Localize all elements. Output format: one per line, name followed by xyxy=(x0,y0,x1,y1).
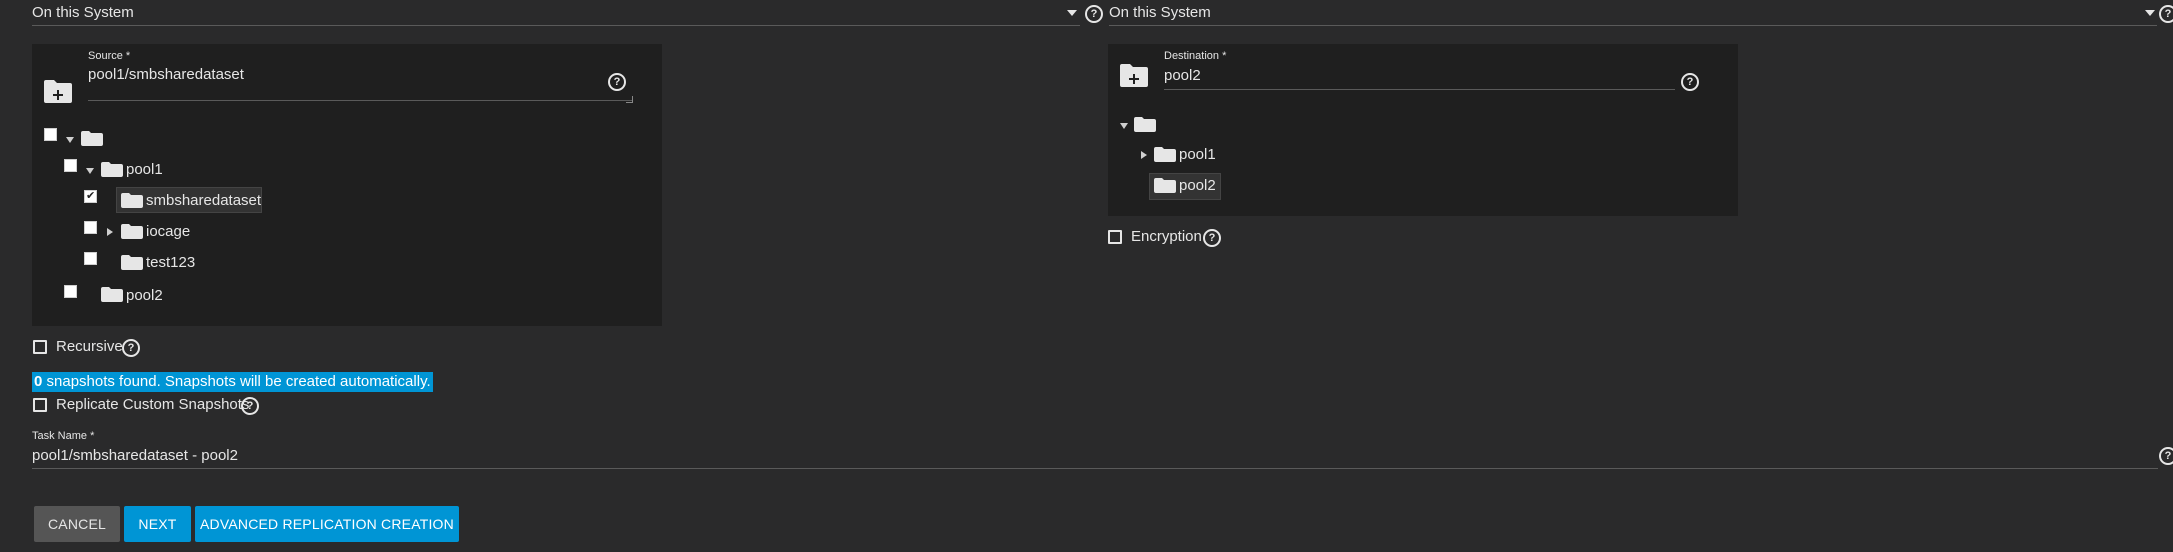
help-glyph: ? xyxy=(613,76,621,88)
tree-checkbox-pool1[interactable] xyxy=(64,159,77,172)
tree-checkbox-smbsharedataset[interactable] xyxy=(84,189,97,203)
expand-root-icon[interactable] xyxy=(66,137,74,143)
folder-icon xyxy=(101,287,123,302)
destination-explorer-panel: Destination * pool2 ? pool1 pool2 xyxy=(1108,44,1738,216)
tree-node-iocage[interactable]: iocage xyxy=(146,223,190,240)
snapshots-info-text: snapshots found. Snapshots will be creat… xyxy=(42,373,431,390)
destination-input-underline xyxy=(1164,89,1675,90)
cancel-button[interactable]: CANCEL xyxy=(34,506,120,542)
help-glyph: ? xyxy=(246,400,254,412)
task-name-help-icon[interactable]: ? xyxy=(2159,447,2173,465)
destination-tree-node-pool1[interactable]: pool1 xyxy=(1179,146,1216,163)
recursive-label: Recursive xyxy=(56,338,123,355)
task-name-input[interactable]: pool1/smbsharedataset - pool2 xyxy=(32,447,238,464)
help-glyph: ? xyxy=(1208,232,1216,244)
snapshots-info: 0 snapshots found. Snapshots will be cre… xyxy=(32,372,433,392)
destination-input[interactable]: pool2 xyxy=(1164,67,1201,84)
add-folder-icon[interactable] xyxy=(1118,62,1150,88)
help-glyph: ? xyxy=(127,342,135,354)
destination-tree-node-pool2[interactable]: pool2 xyxy=(1179,177,1216,194)
source-location-underline xyxy=(32,25,1080,26)
tree-checkbox-test123[interactable] xyxy=(84,252,97,265)
folder-icon xyxy=(121,193,143,208)
tree-node-test123[interactable]: test123 xyxy=(146,254,195,271)
tree-node-pool1[interactable]: pool1 xyxy=(126,161,163,178)
expand-iocage-icon[interactable] xyxy=(107,228,113,236)
add-folder-icon[interactable] xyxy=(42,78,74,104)
destination-location-chevron-down-icon[interactable] xyxy=(2145,10,2155,16)
destination-location-value: On this System xyxy=(1109,4,1211,21)
destination-location-underline xyxy=(1109,25,2157,26)
source-location-chevron-down-icon[interactable] xyxy=(1067,10,1077,16)
encryption-checkbox[interactable] xyxy=(1108,230,1122,244)
destination-location-select[interactable]: On this System xyxy=(1109,4,1211,21)
task-name-label: Task Name * xyxy=(32,430,95,442)
replicate-custom-snapshots-checkbox[interactable] xyxy=(33,398,47,412)
source-input[interactable]: pool1/smbsharedataset xyxy=(88,66,244,83)
destination-location-help-icon[interactable]: ? xyxy=(2159,5,2173,23)
folder-icon xyxy=(1134,117,1156,132)
replicate-custom-snapshots-help-icon[interactable]: ? xyxy=(241,397,259,415)
folder-icon xyxy=(121,224,143,239)
tree-checkbox-pool2[interactable] xyxy=(64,285,77,298)
tree-node-pool2[interactable]: pool2 xyxy=(126,287,163,304)
replicate-custom-snapshots-label: Replicate Custom Snapshots xyxy=(56,396,250,413)
help-glyph: ? xyxy=(2164,450,2172,462)
recursive-help-icon[interactable]: ? xyxy=(122,339,140,357)
task-name-underline xyxy=(32,468,2158,469)
tree-checkbox-iocage[interactable] xyxy=(84,221,97,234)
source-location-help-icon[interactable]: ? xyxy=(1085,5,1103,23)
next-button[interactable]: NEXT xyxy=(124,506,191,542)
folder-icon xyxy=(1154,178,1176,193)
resize-handle[interactable] xyxy=(626,96,633,103)
advanced-replication-creation-button[interactable]: ADVANCED REPLICATION CREATION xyxy=(195,506,459,542)
source-help-icon[interactable]: ? xyxy=(608,73,626,91)
folder-icon xyxy=(101,162,123,177)
source-label: Source * xyxy=(88,50,131,62)
help-glyph: ? xyxy=(1686,76,1694,88)
folder-icon xyxy=(121,255,143,270)
encryption-help-icon[interactable]: ? xyxy=(1203,229,1221,247)
source-input-underline xyxy=(88,100,632,101)
help-glyph: ? xyxy=(2164,8,2172,20)
destination-help-icon[interactable]: ? xyxy=(1681,73,1699,91)
source-location-value: On this System xyxy=(32,4,134,21)
tree-checkbox-root[interactable] xyxy=(44,128,57,141)
source-explorer-panel: Source * pool1/smbsharedataset ? pool1 s… xyxy=(32,44,662,326)
folder-icon xyxy=(1154,147,1176,162)
help-glyph: ? xyxy=(1090,8,1098,20)
expand-root-icon[interactable] xyxy=(1120,123,1128,129)
destination-label: Destination * xyxy=(1164,50,1227,62)
expand-pool1-icon[interactable] xyxy=(86,168,94,174)
folder-icon xyxy=(81,131,103,146)
tree-node-smbsharedataset[interactable]: smbsharedataset xyxy=(146,192,261,209)
source-location-select[interactable]: On this System xyxy=(32,4,134,21)
encryption-label: Encryption xyxy=(1131,228,1202,245)
recursive-checkbox[interactable] xyxy=(33,340,47,354)
expand-pool1-icon[interactable] xyxy=(1141,151,1147,159)
